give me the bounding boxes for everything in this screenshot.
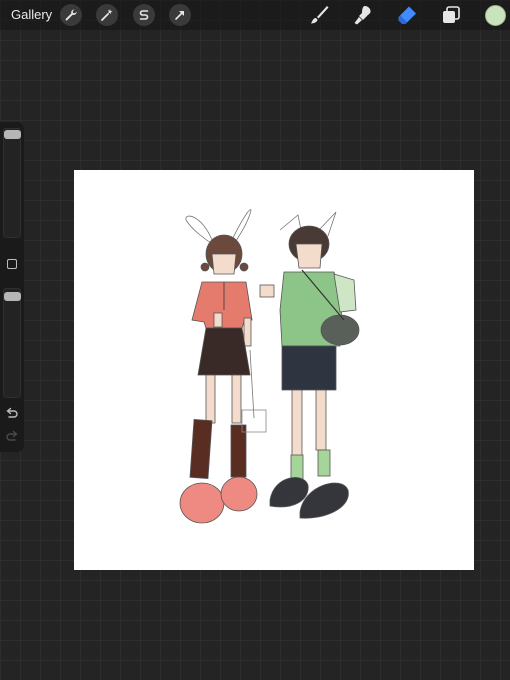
- brush-icon: [311, 6, 329, 24]
- brush-size-slider-thumb[interactable]: [4, 130, 21, 139]
- undo-icon[interactable]: [5, 407, 19, 421]
- smudge-tool-button[interactable]: [351, 3, 375, 27]
- actions-button[interactable]: [60, 4, 82, 26]
- gallery-button[interactable]: Gallery: [11, 7, 52, 22]
- brush-size-slider[interactable]: [3, 128, 21, 238]
- magic-wand-icon: [101, 9, 113, 21]
- opacity-slider[interactable]: [3, 288, 21, 398]
- redo-icon[interactable]: [5, 430, 19, 444]
- selection-button[interactable]: [133, 4, 155, 26]
- layers-icon: [443, 6, 460, 23]
- transform-arrow-icon: [175, 11, 184, 20]
- top-toolbar: Gallery: [0, 0, 510, 30]
- opacity-slider-thumb[interactable]: [4, 292, 21, 301]
- wrench-icon: [65, 9, 77, 21]
- girl-figure: [179, 209, 267, 524]
- selection-s-icon: [139, 10, 149, 20]
- brush-tool-button[interactable]: [307, 3, 331, 27]
- eraser-icon: [398, 6, 416, 24]
- eraser-tool-button[interactable]: [395, 3, 419, 27]
- adjustments-button[interactable]: [96, 4, 118, 26]
- transform-button[interactable]: [169, 4, 191, 26]
- color-picker-button[interactable]: [485, 5, 506, 26]
- layers-button[interactable]: [439, 3, 463, 27]
- smudge-icon: [354, 6, 371, 25]
- boy-figure: [259, 211, 360, 519]
- modify-button[interactable]: [7, 259, 17, 269]
- drawing-canvas[interactable]: [74, 170, 474, 570]
- character-illustration: [179, 209, 360, 524]
- sidebar: [0, 122, 24, 452]
